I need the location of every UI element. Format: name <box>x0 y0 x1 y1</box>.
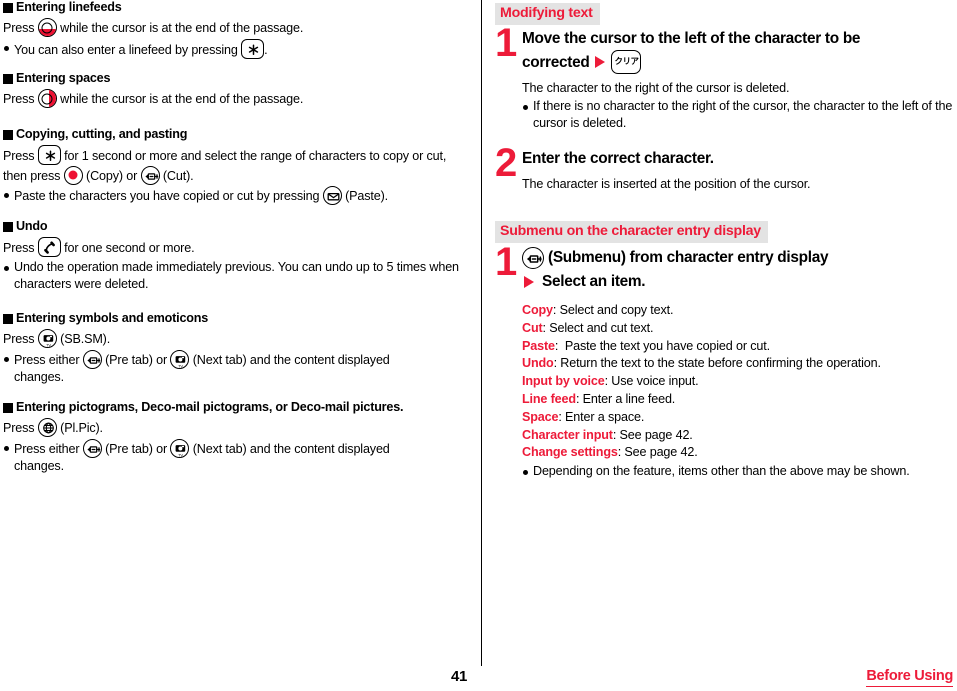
submenu-item: Space: Enter a space. <box>522 409 645 424</box>
running-title: Before Using <box>866 668 953 687</box>
step-body: The character is inserted at the positio… <box>522 177 811 191</box>
arrow-right-icon <box>524 275 534 288</box>
camera-tv-key-icon: TV <box>170 349 190 369</box>
camera-tv-key-icon: TV <box>170 438 190 458</box>
manual-page: Entering linefeeds Press while the curso… <box>0 0 957 691</box>
section-heading-text: Entering linefeeds <box>16 0 122 14</box>
instruction-line: Press for one second or more. <box>3 237 465 258</box>
instruction-line: Press for 1 second or more and select th… <box>3 145 465 185</box>
clear-key-icon: クリア <box>611 50 642 74</box>
instruction-bullet: Undo the operation made immediately prev… <box>3 259 469 294</box>
submenu-key-icon <box>522 246 544 269</box>
submenu-item: Character input: See page 42. <box>522 427 693 442</box>
column-divider <box>481 0 482 666</box>
step-title: (Submenu) from character entry display <box>522 246 957 269</box>
call-key-icon <box>37 237 61 257</box>
step-2-modifying: 2 Enter the correct character. The chara… <box>495 143 957 194</box>
section-entering-spaces: Entering spaces Press while the cursor i… <box>3 71 465 109</box>
step-title-line2: corrected クリア <box>522 50 957 74</box>
left-column: Entering linefeeds Press while the curso… <box>0 0 466 640</box>
right-column: Modifying text 1 Move the cursor to the … <box>495 0 953 640</box>
submenu-item: Cut: Select and cut text. <box>522 320 654 335</box>
section-entering-linefeeds: Entering linefeeds Press while the curso… <box>3 0 465 59</box>
instruction-bullet: You can also enter a linefeed by pressin… <box>3 38 465 60</box>
section-symbols-emoticons: Entering symbols and emoticons Press TV <box>3 311 465 387</box>
nav-key-right-icon <box>37 89 57 108</box>
step-title-line2: Select an item. <box>522 270 957 293</box>
step-body: The character to the right of the cursor… <box>522 81 790 95</box>
instruction-bullet: Paste the characters you have copied or … <box>3 186 465 206</box>
section-heading: Entering linefeeds <box>3 0 465 15</box>
camera-tv-key-icon: TV <box>37 329 57 348</box>
section-heading-text: Entering spaces <box>16 71 111 85</box>
submenu-item: Change settings: See page 42. <box>522 445 698 460</box>
globe-key-icon <box>37 418 57 437</box>
square-bullet-icon <box>3 2 13 13</box>
section-copy-cut-paste: Copying, cutting, and pasting Press for … <box>3 127 465 206</box>
select-key-icon <box>63 165 83 185</box>
svg-text:TV: TV <box>179 363 184 368</box>
section-heading: Entering spaces <box>3 71 465 86</box>
svg-text:TV: TV <box>179 452 184 457</box>
instruction-bullet: Press either (Pre tab) or TV (Next tab) … <box>3 438 434 476</box>
submenu-key-icon <box>82 349 102 369</box>
svg-text:TV: TV <box>46 342 51 347</box>
submenu-note: Depending on the feature, items other th… <box>522 463 957 481</box>
step-number: 1 <box>495 21 517 65</box>
step-title: Move the cursor to the left of the chara… <box>522 30 861 47</box>
section-heading: Copying, cutting, and pasting <box>3 127 465 142</box>
submenu-item: Line feed: Enter a line feed. <box>522 391 676 406</box>
section-heading-text: Entering symbols and emoticons <box>16 311 209 325</box>
submenu-item: Copy: Select and copy text. <box>522 303 674 317</box>
step-1-modifying: 1 Move the cursor to the left of the cha… <box>495 23 957 133</box>
instruction-line: Press (Pl.Pic). <box>3 418 465 438</box>
instruction-line: Press TV (SB.SM). <box>3 329 465 349</box>
square-bullet-icon <box>3 402 13 413</box>
instruction-bullet: Press either (Pre tab) or TV (Next tab) … <box>3 349 434 387</box>
step-number: 2 <box>495 141 517 185</box>
instruction-line: Press while the cursor is at the end of … <box>3 89 465 109</box>
submenu-key-icon <box>82 438 102 458</box>
submenu-item-list: Copy: Select and copy text. Cut: Select … <box>522 302 957 481</box>
submenu-item: Input by voice: Use voice input. <box>522 374 699 389</box>
step-bullet: If there is no character to the right of… <box>522 98 957 133</box>
section-heading: Entering symbols and emoticons <box>3 311 465 326</box>
instruction-line: Press while the cursor is at the end of … <box>3 18 465 38</box>
square-bullet-icon <box>3 221 13 232</box>
step-1-submenu: 1 (Submenu) from character entry display <box>495 242 957 481</box>
square-bullet-icon <box>3 73 13 84</box>
section-heading-text: Copying, cutting, and pasting <box>16 127 188 141</box>
asterisk-key-icon <box>37 145 61 165</box>
submenu-item: Undo: Return the text to the state befor… <box>522 356 881 371</box>
mail-key-icon <box>322 186 342 205</box>
step-title: Enter the correct character. <box>522 150 714 167</box>
nav-key-down-icon <box>37 18 57 37</box>
asterisk-key-icon <box>241 38 265 59</box>
section-undo: Undo Press for one second or more. Undo … <box>3 219 465 294</box>
section-band-submenu: Submenu on the character entry display <box>495 221 768 243</box>
submenu-key-icon <box>140 165 160 185</box>
section-heading-text: Undo <box>16 219 48 233</box>
section-heading: Undo <box>3 219 465 234</box>
arrow-right-icon <box>595 56 606 68</box>
band-label: Submenu on the character entry display <box>495 221 768 243</box>
submenu-item: Paste: Paste the text you have copied or… <box>522 338 770 353</box>
page-number: 41 <box>451 668 468 685</box>
section-heading: Entering pictograms, Deco-mail pictogram… <box>3 400 465 415</box>
square-bullet-icon <box>3 129 13 140</box>
step-number: 1 <box>495 240 517 284</box>
section-heading-text: Entering pictograms, Deco-mail pictogram… <box>16 400 404 414</box>
square-bullet-icon <box>3 313 13 324</box>
section-pictograms: Entering pictograms, Deco-mail pictogram… <box>3 400 465 476</box>
